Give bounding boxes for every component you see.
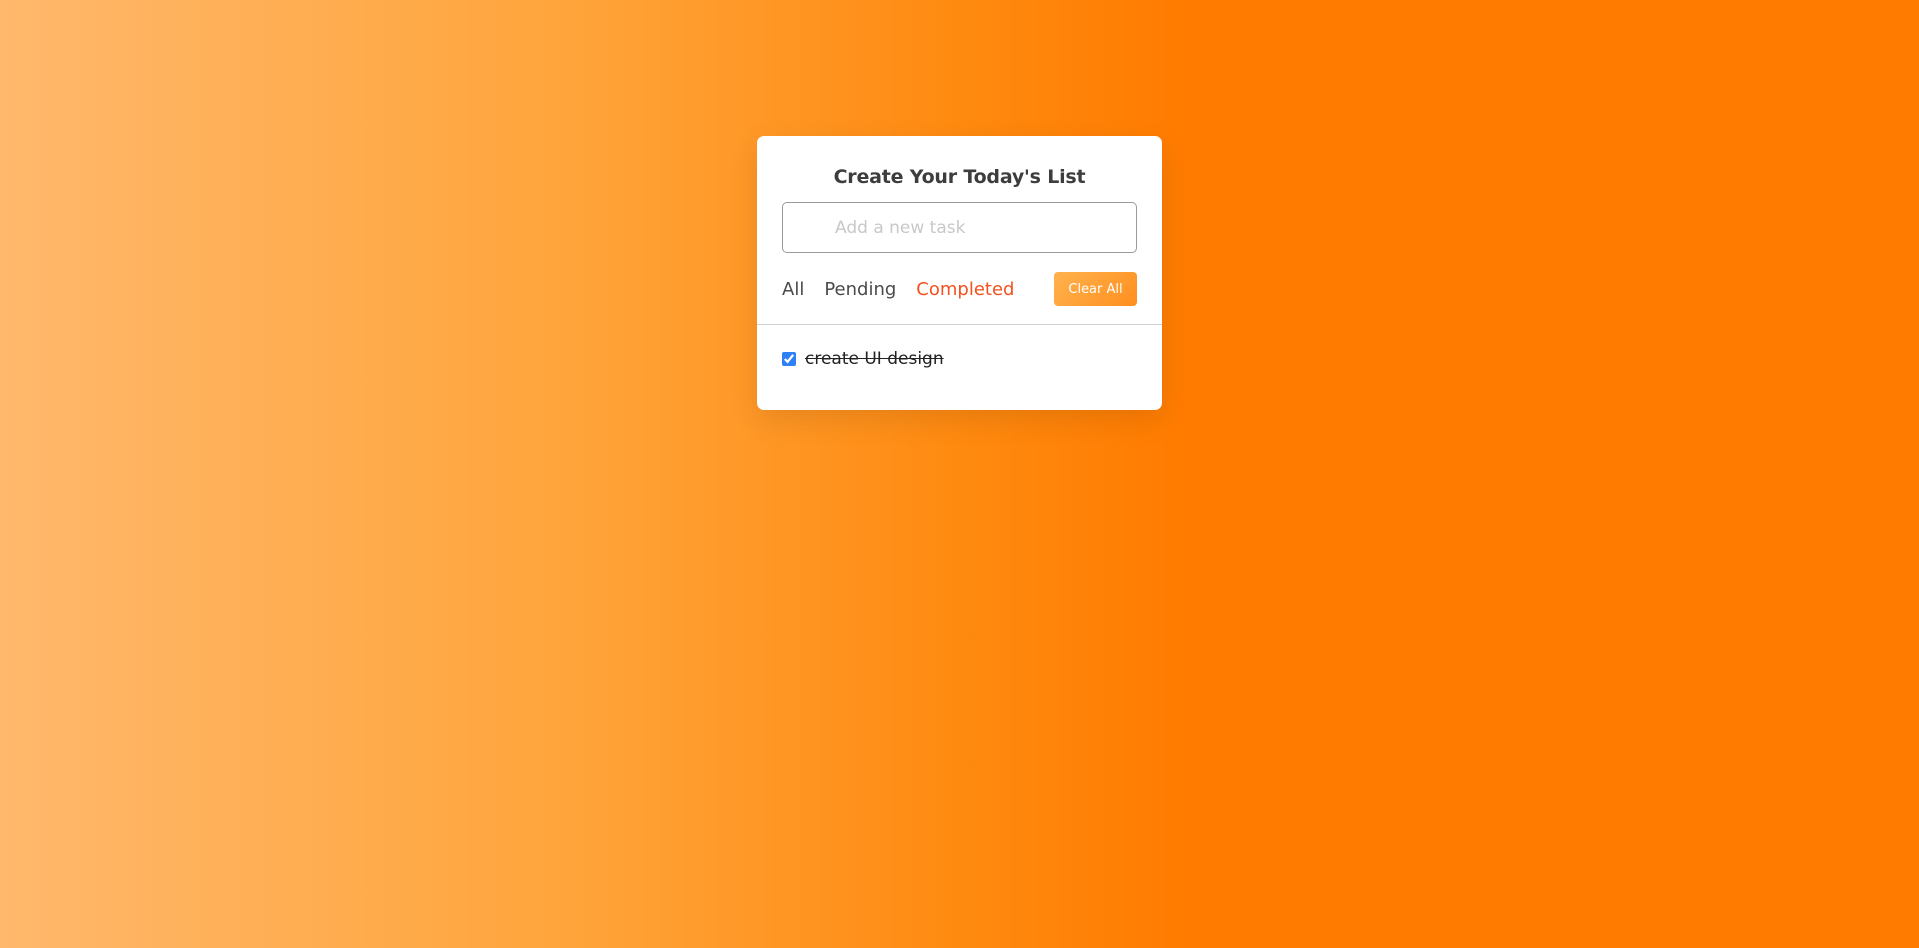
- divider: [757, 324, 1162, 325]
- task-text[interactable]: create UI design: [805, 349, 944, 369]
- todo-card: Create Your Today's List All Pending Com…: [757, 136, 1162, 410]
- filter-tabs: All Pending Completed: [782, 279, 1014, 300]
- filter-all[interactable]: All: [782, 279, 804, 300]
- filter-completed[interactable]: Completed: [916, 279, 1014, 300]
- task-input[interactable]: [782, 202, 1137, 253]
- clear-all-button[interactable]: Clear All: [1054, 272, 1137, 306]
- task-list: create UI design: [782, 346, 1137, 372]
- task-checkbox[interactable]: [782, 352, 796, 366]
- task-item: create UI design: [782, 346, 1137, 372]
- filter-pending[interactable]: Pending: [824, 279, 896, 300]
- page-title: Create Your Today's List: [833, 166, 1086, 188]
